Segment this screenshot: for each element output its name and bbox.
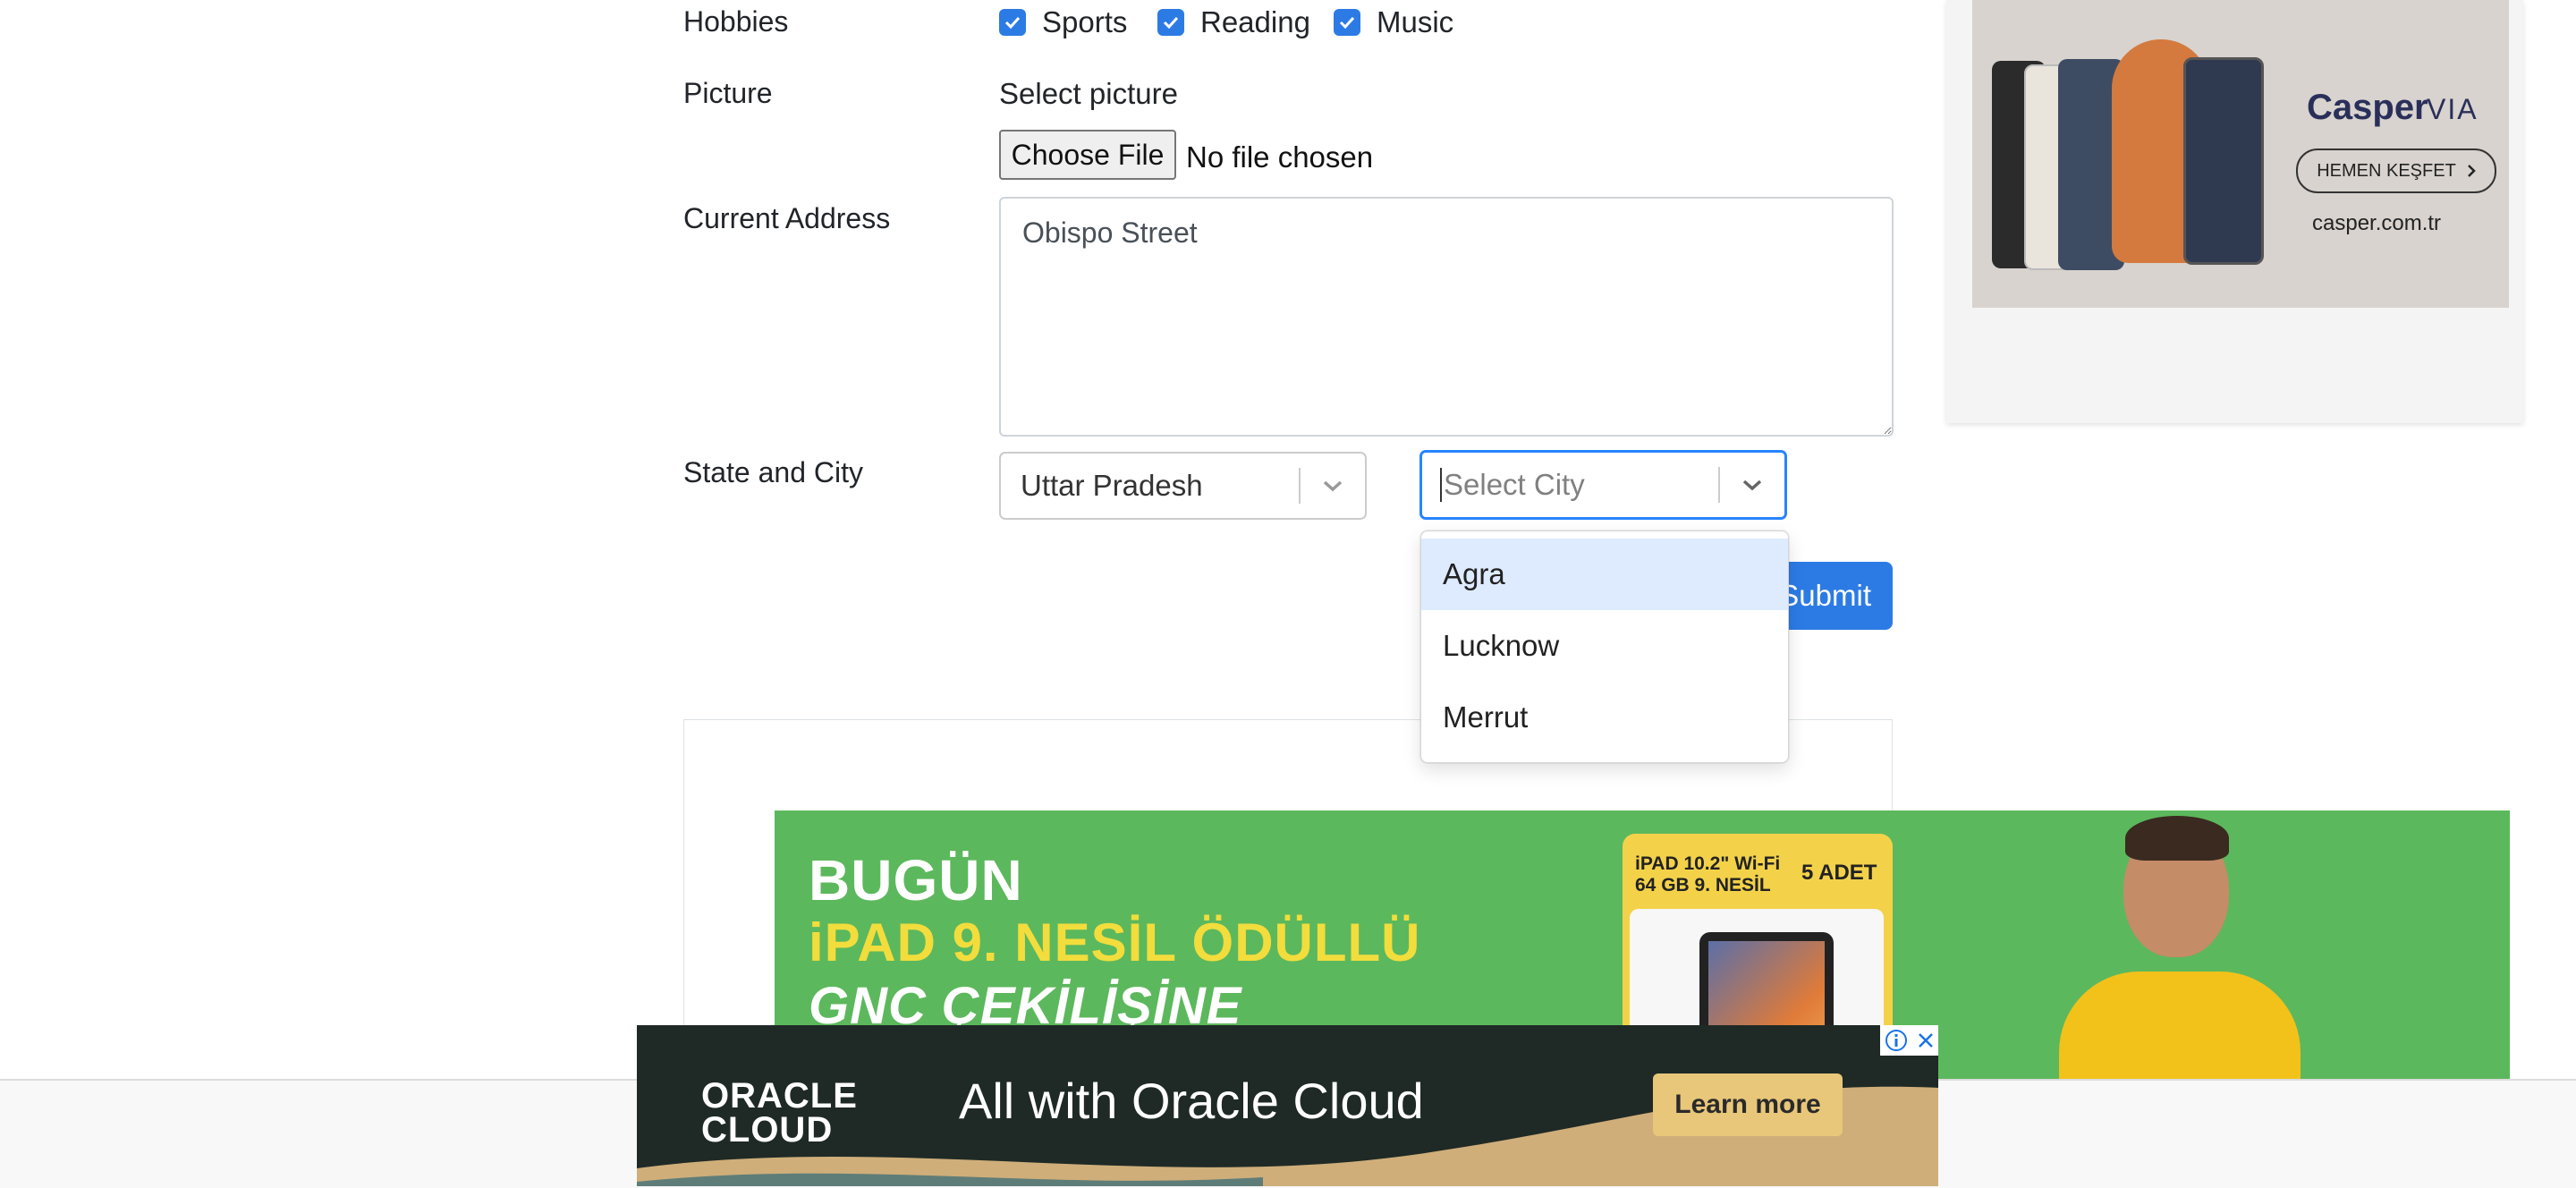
- close-icon[interactable]: [1916, 1031, 1936, 1050]
- ipad-badge-count: 5 ADET: [1801, 861, 1877, 885]
- sports-label: Sports: [1042, 5, 1128, 38]
- music-checkbox[interactable]: [1334, 8, 1360, 36]
- state-select[interactable]: Uttar Pradesh: [999, 452, 1367, 520]
- city-select-placeholder[interactable]: Select City: [1422, 468, 1718, 502]
- phone-image: [2183, 57, 2264, 265]
- hobby-music[interactable]: Music: [1334, 7, 1453, 37]
- city-placeholder-text: Select City: [1444, 468, 1585, 501]
- check-icon: [1339, 16, 1355, 29]
- oracle-logo: ORACLE CLOUD: [701, 1076, 858, 1150]
- reading-label: Reading: [1200, 5, 1310, 38]
- choose-file-button[interactable]: Choose File: [999, 130, 1176, 180]
- oracle-logo-line1: ORACLE: [701, 1076, 858, 1116]
- chevron-down-icon[interactable]: [1301, 479, 1365, 493]
- casper-cta-label: HEMEN KEŞFET: [2317, 160, 2456, 181]
- oracle-tagline: All with Oracle Cloud: [959, 1073, 1424, 1129]
- person-image: [2050, 810, 2301, 1079]
- current-address-textarea[interactable]: [999, 197, 1894, 437]
- reading-checkbox[interactable]: [1157, 8, 1184, 36]
- hobby-sports[interactable]: Sports: [999, 7, 1127, 37]
- promo-line-2: iPAD 9. NESİL ÖDÜLLÜ: [809, 912, 1421, 972]
- check-icon: [1163, 16, 1179, 29]
- city-option-merrut[interactable]: Merrut: [1421, 682, 1788, 753]
- casper-brand: Casper: [2307, 88, 2428, 127]
- music-label: Music: [1377, 5, 1454, 38]
- ipad-badge-line2: 64 GB 9. NESİL: [1635, 875, 1771, 895]
- promo-line-1: BUGÜN: [809, 848, 1023, 912]
- chevron-down-icon[interactable]: [1720, 478, 1784, 492]
- sports-checkbox[interactable]: [999, 8, 1026, 36]
- oracle-ad[interactable]: ORACLE CLOUD All with Oracle Cloud Learn…: [637, 1025, 1938, 1186]
- city-select[interactable]: Select City: [1419, 450, 1787, 520]
- check-icon: [1004, 16, 1021, 29]
- casper-url: casper.com.tr: [2312, 211, 2442, 235]
- casper-ad[interactable]: Casper VIA HEMEN KEŞFET casper.com.tr: [1972, 0, 2509, 308]
- city-option-agra[interactable]: Agra: [1421, 539, 1788, 610]
- address-label: Current Address: [683, 202, 891, 234]
- learn-more-button[interactable]: Learn more: [1653, 1073, 1843, 1136]
- state-city-label: State and City: [683, 456, 863, 488]
- text-caret: [1440, 468, 1442, 502]
- city-dropdown-menu: Agra Lucknow Merrut: [1420, 530, 1789, 763]
- ad-choices[interactable]: [1880, 1025, 1938, 1056]
- ipad-badge-line1: iPAD 10.2" Wi-Fi: [1635, 853, 1781, 874]
- oracle-logo-line2: CLOUD: [701, 1110, 834, 1150]
- chevron-right-icon: [2467, 165, 2476, 177]
- city-option-lucknow[interactable]: Lucknow: [1421, 610, 1788, 682]
- picture-hint: Select picture: [999, 77, 1178, 110]
- picture-label: Picture: [683, 77, 773, 109]
- casper-ad-container[interactable]: Casper VIA HEMEN KEŞFET casper.com.tr: [1946, 0, 2523, 423]
- casper-cta-button[interactable]: HEMEN KEŞFET: [2296, 148, 2496, 193]
- hobby-reading[interactable]: Reading: [1157, 7, 1310, 37]
- state-select-value: Uttar Pradesh: [1021, 469, 1203, 502]
- no-file-text: No file chosen: [1186, 140, 1374, 174]
- info-icon[interactable]: [1885, 1029, 1908, 1052]
- hobbies-label: Hobbies: [683, 5, 789, 38]
- casper-model: VIA: [2427, 93, 2479, 125]
